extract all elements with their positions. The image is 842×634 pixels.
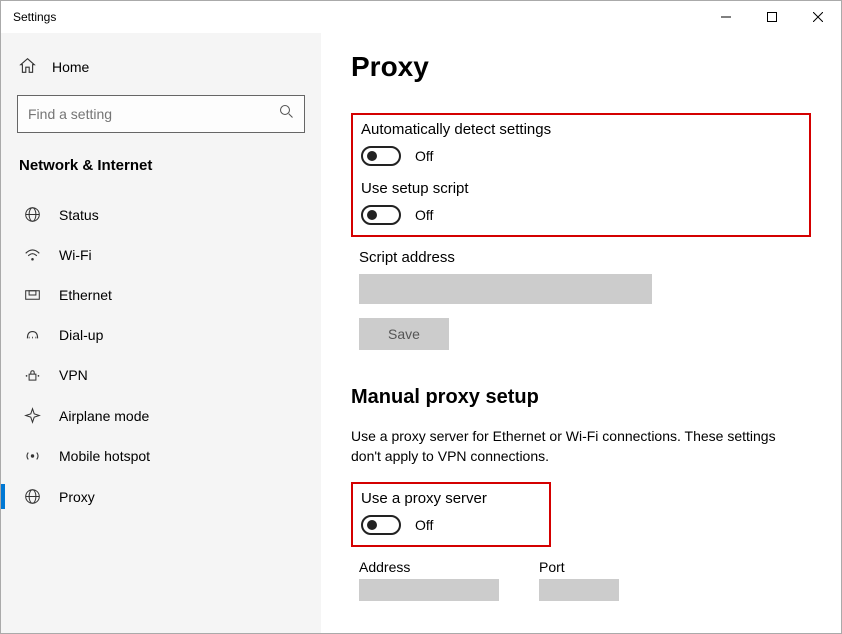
auto-detect-label: Automatically detect settings (361, 121, 801, 138)
page-title: Proxy (351, 51, 811, 83)
save-button: Save (359, 318, 449, 350)
maximize-button[interactable] (749, 1, 795, 33)
hotspot-icon (23, 449, 41, 463)
nav-label: Airplane mode (59, 408, 149, 424)
home-icon (19, 57, 36, 77)
home-nav[interactable]: Home (9, 47, 313, 95)
use-proxy-group: Use a proxy server Off (351, 482, 551, 547)
address-input (359, 579, 499, 601)
proxy-icon (23, 488, 41, 505)
port-label: Port (539, 559, 619, 575)
nav-list: Status Wi-Fi Ethernet Dial-up VPN Airpla… (9, 194, 313, 517)
status-icon (23, 206, 41, 223)
sidebar: Home Network & Internet Status Wi-Fi Eth… (1, 33, 321, 633)
app-title: Settings (13, 10, 56, 24)
nav-label: Proxy (59, 489, 95, 505)
use-proxy-label: Use a proxy server (361, 490, 541, 507)
manual-section-title: Manual proxy setup (351, 386, 811, 409)
ethernet-icon (23, 288, 41, 302)
manual-desc: Use a proxy server for Ethernet or Wi-Fi… (351, 427, 801, 466)
address-label: Address (359, 559, 499, 575)
search-box[interactable] (17, 95, 305, 133)
sidebar-item-wifi[interactable]: Wi-Fi (9, 235, 313, 275)
script-address-input (359, 274, 652, 304)
window-controls (703, 1, 841, 33)
auto-detect-state: Off (415, 148, 433, 164)
close-button[interactable] (795, 1, 841, 33)
auto-detect-toggle[interactable] (361, 146, 401, 166)
nav-label: VPN (59, 367, 88, 383)
dialup-icon (23, 328, 41, 342)
sidebar-item-airplane[interactable]: Airplane mode (9, 395, 313, 436)
use-proxy-state: Off (415, 517, 433, 533)
titlebar: Settings (1, 1, 841, 33)
search-input[interactable] (28, 106, 279, 122)
nav-label: Status (59, 207, 99, 223)
search-icon (279, 104, 294, 124)
nav-label: Dial-up (59, 327, 103, 343)
sidebar-item-hotspot[interactable]: Mobile hotspot (9, 436, 313, 476)
sidebar-item-vpn[interactable]: VPN (9, 355, 313, 395)
sidebar-item-status[interactable]: Status (9, 194, 313, 235)
setup-script-state: Off (415, 207, 433, 223)
sidebar-item-proxy[interactable]: Proxy (9, 476, 313, 517)
airplane-icon (23, 407, 41, 424)
script-address-label: Script address (359, 249, 803, 266)
nav-label: Wi-Fi (59, 247, 92, 263)
sidebar-item-ethernet[interactable]: Ethernet (9, 275, 313, 315)
auto-proxy-group: Automatically detect settings Off Use se… (351, 113, 811, 237)
nav-label: Mobile hotspot (59, 448, 150, 464)
main-content: Proxy Automatically detect settings Off … (321, 33, 841, 633)
wifi-icon (23, 248, 41, 262)
home-label: Home (52, 59, 89, 75)
minimize-button[interactable] (703, 1, 749, 33)
vpn-icon (23, 368, 41, 382)
sidebar-item-dialup[interactable]: Dial-up (9, 315, 313, 355)
port-input (539, 579, 619, 601)
section-header: Network & Internet (9, 153, 313, 194)
use-proxy-toggle[interactable] (361, 515, 401, 535)
nav-label: Ethernet (59, 287, 112, 303)
setup-script-toggle[interactable] (361, 205, 401, 225)
setup-script-label: Use setup script (361, 180, 801, 197)
